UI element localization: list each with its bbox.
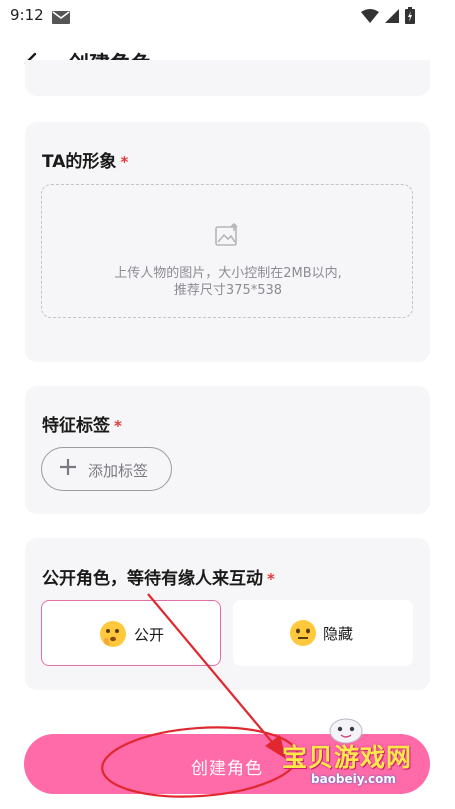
add-tag-button[interactable]: 添加标签: [41, 447, 172, 491]
upload-hint-line1: 上传人物的图片，大小控制在2MB以内,: [114, 266, 342, 281]
cellular-signal-icon: [385, 8, 399, 27]
visibility-title-text: 公开角色，等待有缘人来互动: [42, 569, 263, 589]
tags-title-text: 特征标签: [42, 416, 110, 436]
watermark-cn-text: 宝贝游戏网: [282, 743, 413, 772]
plus-icon: [59, 458, 77, 481]
watermark-en-text: baobeiy.com: [311, 772, 396, 786]
hidden-option[interactable]: 隐藏: [233, 600, 413, 666]
mail-icon: [52, 9, 70, 28]
status-bar: 9:12: [0, 0, 455, 32]
image-upload-area[interactable]: 上传人物的图片，大小控制在2MB以内, 推荐尺寸375*538: [41, 184, 413, 318]
required-marker: *: [267, 570, 275, 588]
previous-section-card: [25, 60, 430, 96]
tags-title: 特征标签 *: [42, 411, 122, 436]
tags-card: 特征标签 * 添加标签: [25, 386, 430, 514]
required-marker: *: [114, 417, 122, 435]
watermark-logo: 宝贝游戏网 baobeiy.com: [274, 716, 434, 806]
neutral-face-emoji-icon: [289, 619, 317, 647]
thinking-face-emoji-icon: [99, 620, 127, 648]
visibility-card: 公开角色，等待有缘人来互动 * 公开 隐藏: [25, 538, 430, 690]
appearance-title: TA的形象 *: [42, 147, 128, 172]
required-marker: *: [120, 153, 129, 171]
battery-charging-icon: [405, 7, 415, 28]
hidden-label: 隐藏: [323, 625, 354, 643]
status-icons: [361, 7, 415, 28]
add-tag-label: 添加标签: [88, 462, 149, 480]
public-label: 公开: [134, 626, 165, 644]
appearance-card: TA的形象 * 上传人物的图片，大小控制在2MB以内, 推荐尺寸375*538: [25, 122, 430, 362]
appearance-title-text: TA的形象: [42, 152, 117, 172]
visibility-title: 公开角色，等待有缘人来互动 *: [42, 564, 275, 589]
public-option[interactable]: 公开: [41, 600, 221, 666]
image-upload-icon: [215, 222, 241, 251]
upload-hint-line2: 推荐尺寸375*538: [173, 283, 283, 298]
upload-hint: 上传人物的图片，大小控制在2MB以内, 推荐尺寸375*538: [42, 265, 414, 299]
wifi-icon: [361, 8, 379, 27]
status-time: 9:12: [10, 6, 44, 24]
